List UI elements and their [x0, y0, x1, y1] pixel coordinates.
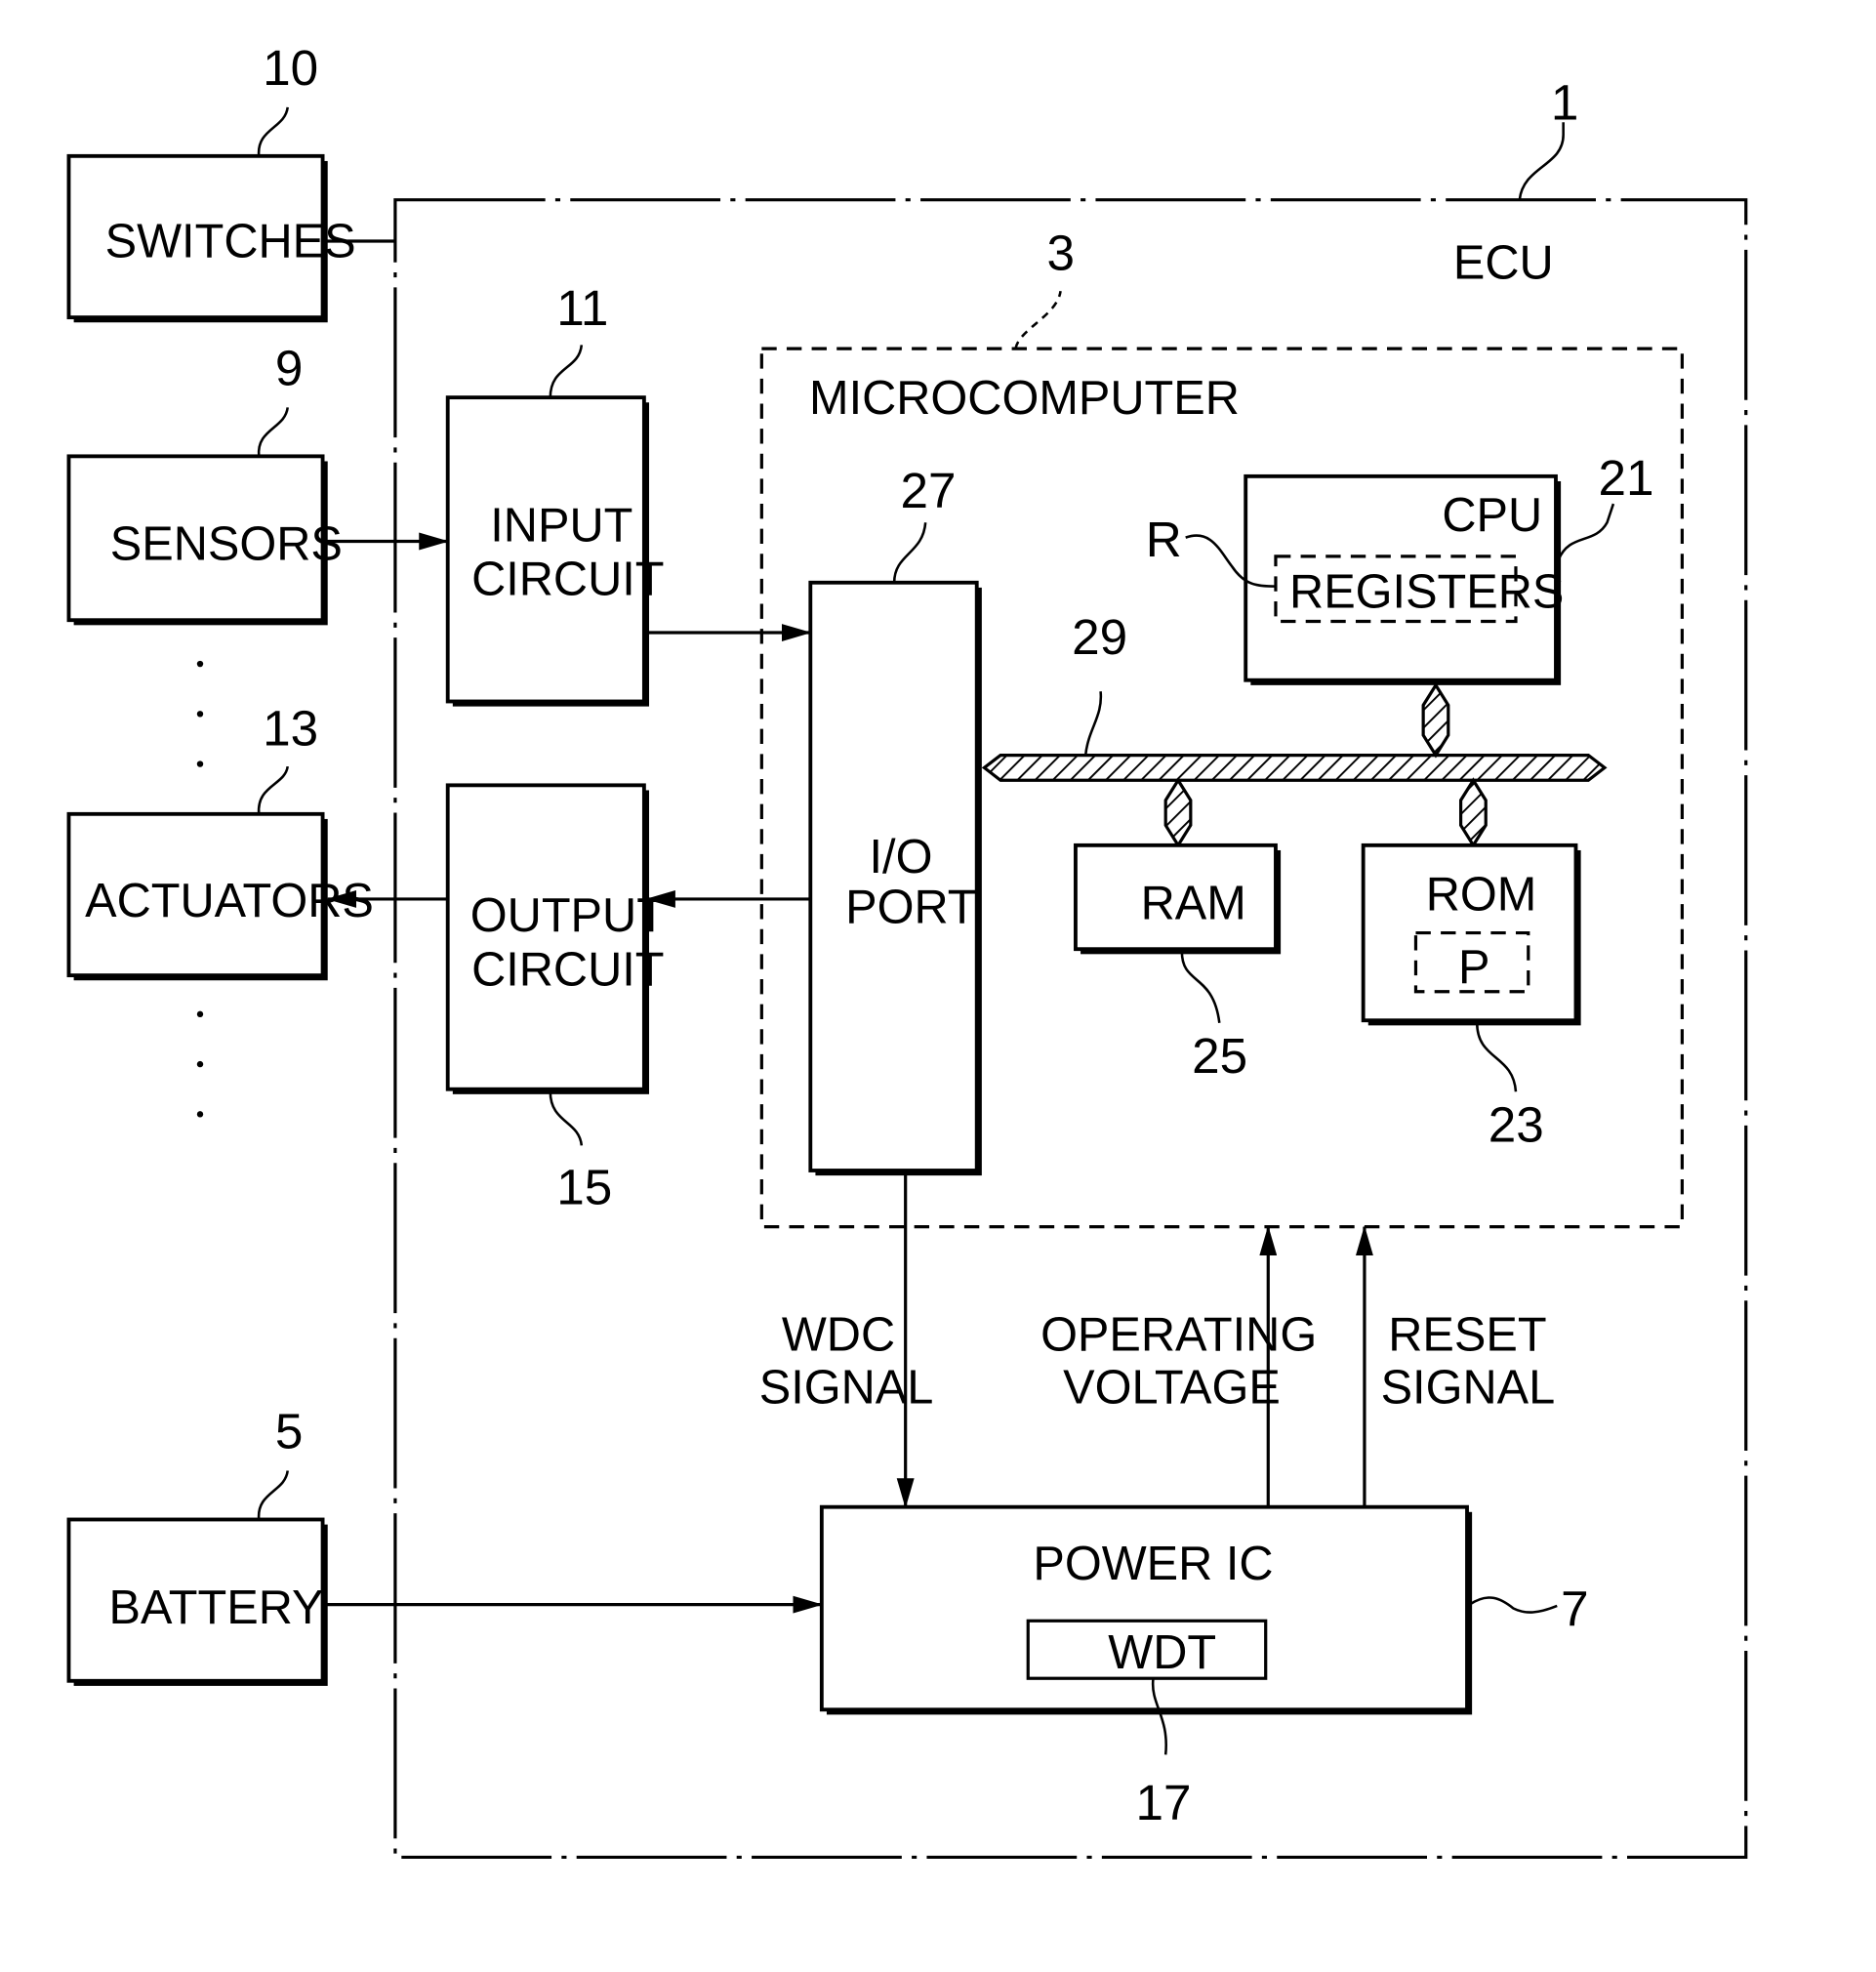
ecu-leader [1518, 122, 1565, 200]
sensors-block: SENSORS 9 [66, 340, 343, 626]
sensors-label: SENSORS [110, 518, 343, 571]
microcomputer-ref: 3 [1046, 225, 1075, 280]
reset-signal-label-line1: RESET [1388, 1309, 1546, 1362]
microcomputer-label: MICROCOMPUTER [809, 372, 1240, 425]
rom-leader [1475, 1022, 1518, 1092]
rom-bus-connector [1458, 777, 1488, 848]
data-bus [981, 753, 1608, 782]
ellipsis-dots-lower [196, 1010, 204, 1118]
actuators-label: ACTUATORS [85, 875, 374, 927]
battery-label: BATTERY [108, 1582, 323, 1634]
bus-ref: 29 [1072, 609, 1127, 665]
battery-ref: 5 [275, 1403, 304, 1458]
io-port-leader [892, 522, 927, 583]
io-port-label-line1: I/O [870, 831, 933, 883]
cpu-bus-connector [1421, 681, 1450, 759]
battery-leader [257, 1470, 289, 1520]
input-circuit-label-line2: CIRCUIT [471, 554, 664, 606]
rom-ref: 23 [1489, 1097, 1544, 1153]
power-ic-label: POWER IC [1033, 1538, 1273, 1590]
cpu-block: CPU REGISTERS R 21 [1146, 450, 1654, 685]
switches-label: SWITCHES [105, 216, 356, 268]
ram-leader [1180, 951, 1221, 1023]
output-circuit-ref: 15 [556, 1160, 612, 1215]
ram-bus-connector [1163, 777, 1193, 848]
rom-label: ROM [1426, 868, 1537, 921]
registers-label: REGISTERS [1289, 565, 1564, 618]
program-label: P [1458, 941, 1489, 994]
reset-signal-label-line2: SIGNAL [1381, 1361, 1556, 1414]
output-circuit-block: OUTPUT CIRCUIT 15 [445, 783, 666, 1215]
battery-block: BATTERY 5 [66, 1403, 328, 1686]
io-port-ref: 27 [901, 463, 957, 518]
io-port-block: I/O PORT 27 [808, 463, 982, 1176]
sensors-ref: 9 [275, 340, 304, 395]
rom-block: ROM P 23 [1361, 842, 1581, 1153]
ecu-ref: 1 [1551, 75, 1579, 131]
ram-block: RAM 25 [1074, 842, 1282, 1084]
microcomputer-leader [1014, 290, 1062, 349]
power-ic-ref: 7 [1561, 1581, 1589, 1636]
actuators-block: ACTUATORS 13 [66, 700, 374, 981]
wdc-signal-label-line2: SIGNAL [759, 1361, 934, 1414]
sensors-leader [257, 407, 289, 457]
wdc-signal-label-line1: WDC [782, 1309, 895, 1362]
input-circuit-block: INPUT CIRCUIT 11 [445, 280, 665, 707]
switches-block: SWITCHES 10 [66, 40, 356, 323]
wdt-label: WDT [1108, 1626, 1216, 1679]
input-circuit-ref: 11 [556, 280, 608, 336]
input-circuit-leader [549, 345, 584, 398]
bus-leader [1083, 691, 1103, 756]
output-circuit-label-line1: OUTPUT [470, 889, 666, 942]
operating-voltage-label-line2: VOLTAGE [1063, 1361, 1281, 1414]
ram-ref: 25 [1192, 1028, 1247, 1084]
wdt-ref: 17 [1135, 1775, 1191, 1830]
cpu-ref: 21 [1599, 450, 1654, 506]
ram-label: RAM [1141, 877, 1246, 929]
ecu-block-diagram: ECU 1 MICROCOMPUTER 3 SWITCHES 10 SENSOR… [66, 40, 1748, 1860]
power-ic-block: POWER IC WDT 17 7 [819, 1504, 1589, 1830]
power-ic-leader [1468, 1596, 1558, 1614]
input-circuit-label-line1: INPUT [490, 499, 632, 552]
ecu-label: ECU [1453, 236, 1554, 289]
registers-ref: R [1146, 512, 1182, 567]
cpu-label: CPU [1442, 489, 1542, 542]
switches-ref: 10 [263, 40, 318, 96]
output-circuit-label-line2: CIRCUIT [471, 943, 664, 996]
cpu-leader [1557, 503, 1615, 561]
switches-leader [257, 106, 289, 156]
actuators-ref: 13 [263, 700, 318, 756]
ellipsis-dots-upper [196, 660, 204, 767]
operating-voltage-label-line1: OPERATING [1040, 1309, 1317, 1362]
output-circuit-leader [549, 1091, 584, 1146]
actuators-leader [257, 765, 289, 814]
io-port-label-line2: PORT [845, 881, 976, 933]
